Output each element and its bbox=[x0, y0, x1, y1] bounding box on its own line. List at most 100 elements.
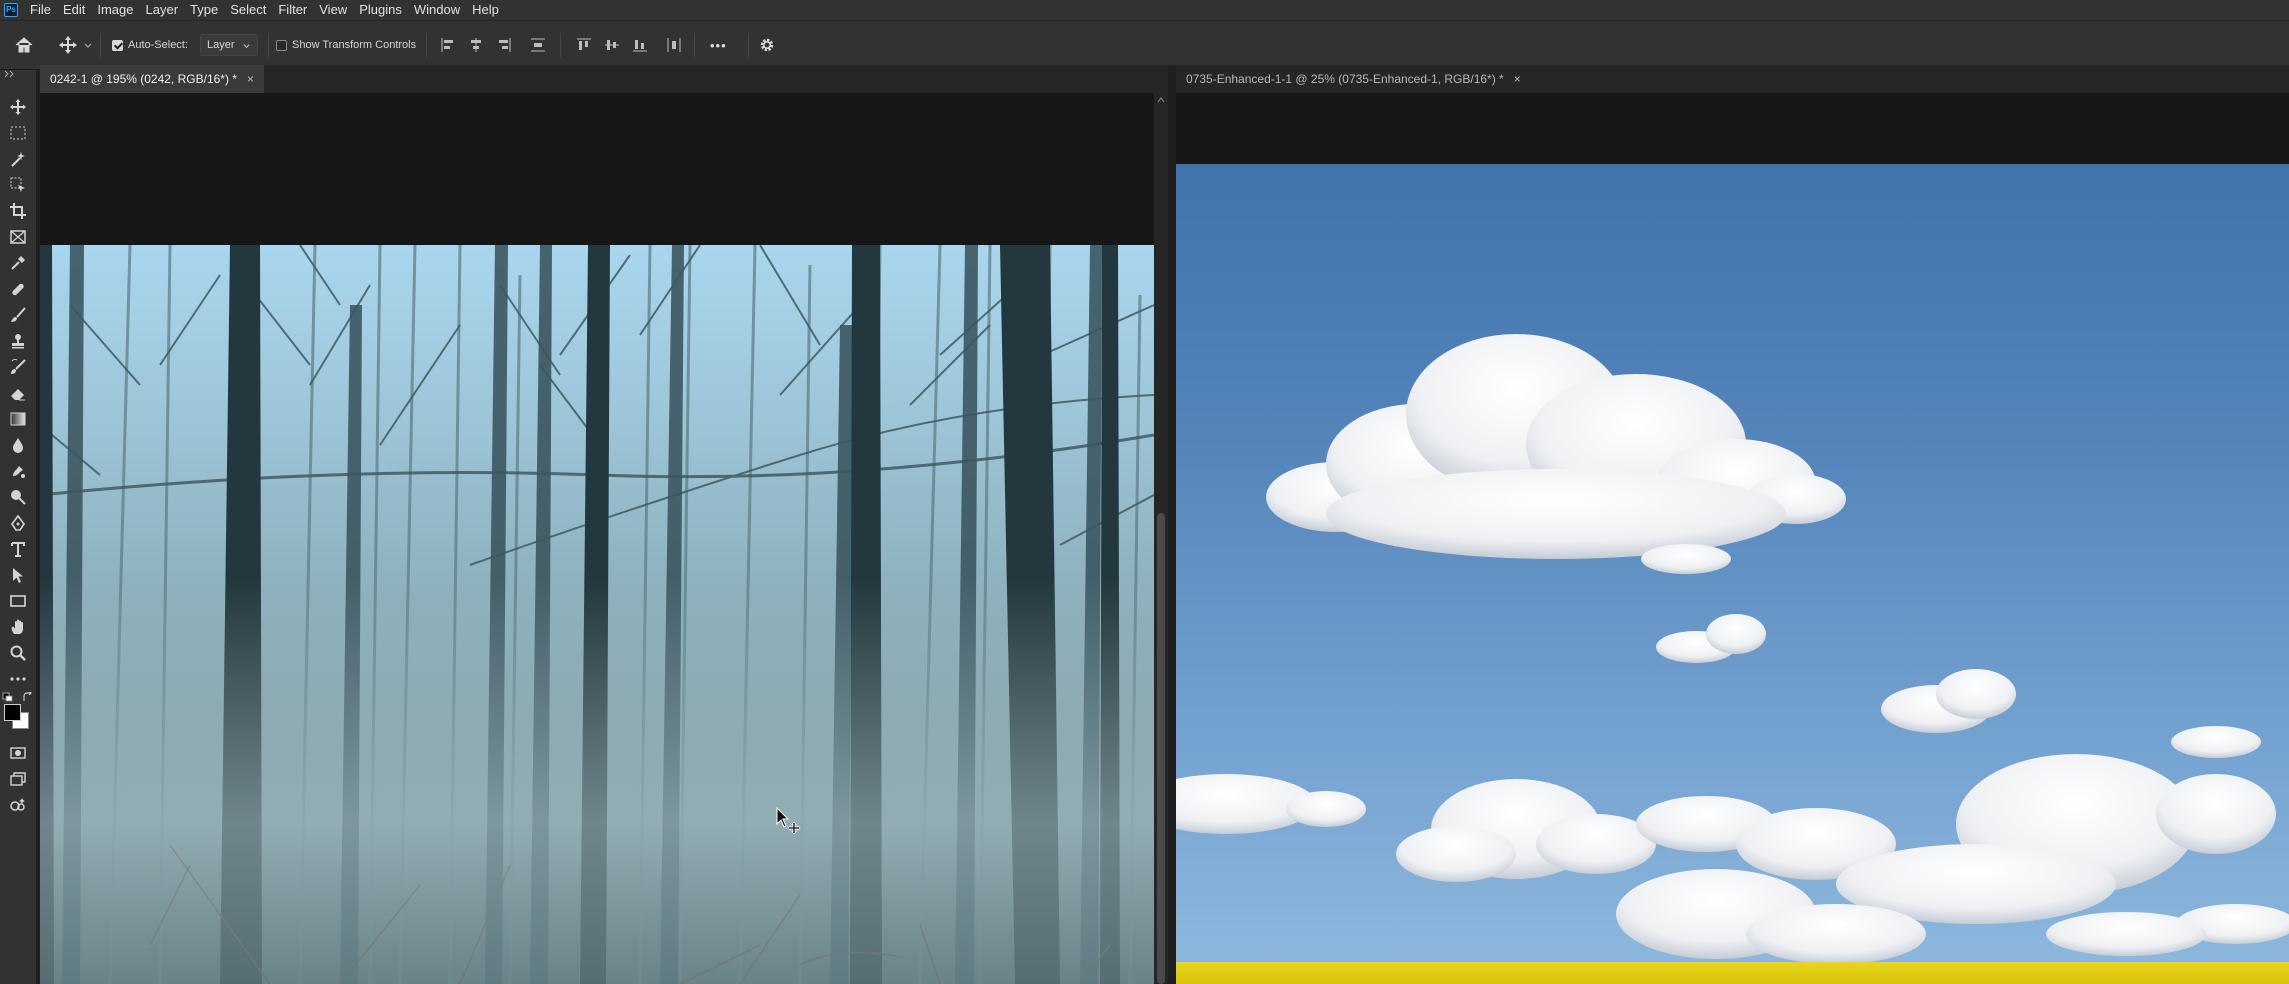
align-right-edges-icon[interactable] bbox=[496, 37, 512, 53]
fog-overlay bbox=[40, 577, 1154, 984]
divider bbox=[748, 33, 749, 57]
document-tab-title: 0242-1 @ 195% (0242, RGB/16*) * bbox=[50, 72, 237, 86]
scroll-up-icon[interactable] bbox=[1157, 97, 1165, 103]
swap-colors-icon[interactable] bbox=[22, 692, 34, 703]
smudge-icon bbox=[13, 466, 25, 478]
blur-tool[interactable] bbox=[7, 434, 29, 456]
document-splitter[interactable] bbox=[1168, 65, 1176, 984]
type-tool[interactable] bbox=[7, 538, 29, 560]
auto-select-checkbox[interactable]: Auto-Select: bbox=[112, 21, 188, 69]
photoshop-logo-icon: Ps bbox=[4, 3, 18, 17]
smudge-tool[interactable] bbox=[7, 486, 29, 508]
document-canvas-area[interactable] bbox=[1176, 93, 2289, 984]
document-canvas-area[interactable] bbox=[40, 93, 1154, 984]
clouds-illustration bbox=[1176, 334, 2289, 964]
object-selection-tool[interactable] bbox=[7, 174, 29, 196]
history-brush-tool[interactable] bbox=[7, 356, 29, 378]
align-vertical-centers-icon[interactable] bbox=[604, 37, 620, 53]
gradient-icon bbox=[10, 412, 26, 426]
align-horizontal-centers-icon[interactable] bbox=[468, 37, 484, 53]
document-tab-bar-right: 0735-Enhanced-1-1 @ 25% (0735-Enhanced-1… bbox=[1176, 65, 2289, 93]
magic-wand-icon bbox=[11, 152, 25, 167]
divider bbox=[426, 33, 427, 57]
tool-preset-picker[interactable] bbox=[58, 21, 93, 69]
quick-mask-button[interactable] bbox=[7, 742, 29, 764]
band-aid-icon bbox=[12, 283, 24, 296]
sky-photo bbox=[1176, 164, 2289, 984]
hand-tool[interactable] bbox=[7, 616, 29, 638]
menu-help[interactable]: Help bbox=[466, 0, 505, 20]
edit-toolbar-button[interactable] bbox=[7, 668, 29, 690]
dodge-tool[interactable] bbox=[7, 460, 29, 482]
document-tab[interactable]: 0735-Enhanced-1-1 @ 25% (0735-Enhanced-1… bbox=[1176, 65, 1531, 93]
foreground-color-swatch[interactable] bbox=[4, 704, 21, 721]
close-tab-icon[interactable]: × bbox=[247, 72, 254, 86]
path-selection-tool[interactable] bbox=[7, 564, 29, 586]
menu-edit[interactable]: Edit bbox=[57, 0, 91, 20]
drop-icon bbox=[13, 438, 23, 453]
eraser-tool[interactable] bbox=[7, 382, 29, 404]
ellipsis-icon bbox=[10, 677, 26, 681]
align-top-edges-icon[interactable] bbox=[576, 37, 592, 53]
zoom-tool[interactable] bbox=[7, 642, 29, 664]
home-icon bbox=[15, 37, 33, 53]
quick-mask-icon bbox=[10, 747, 26, 759]
magnifier-icon bbox=[10, 645, 26, 661]
pen-tool[interactable] bbox=[7, 512, 29, 534]
menu-bar: Ps File Edit Image Layer Type Select Fil… bbox=[0, 0, 2289, 20]
auto-select-target-dropdown[interactable]: Layer bbox=[200, 34, 258, 56]
clone-stamp-tool[interactable] bbox=[7, 330, 29, 352]
rectangular-marquee-icon bbox=[10, 126, 26, 140]
history-brush-icon bbox=[11, 359, 26, 374]
menu-window[interactable]: Window bbox=[408, 0, 466, 20]
menu-image[interactable]: Image bbox=[91, 0, 139, 20]
marquee-tool[interactable] bbox=[7, 122, 29, 144]
default-colors-icon[interactable] bbox=[2, 692, 15, 702]
generative-fill-button[interactable] bbox=[7, 794, 29, 816]
align-left-edges-icon[interactable] bbox=[440, 37, 456, 53]
menu-file[interactable]: File bbox=[24, 0, 57, 20]
spot-healing-tool[interactable] bbox=[7, 278, 29, 300]
move-tool[interactable] bbox=[7, 96, 29, 118]
align-bottom-edges-icon[interactable] bbox=[632, 37, 648, 53]
scrollbar-thumb[interactable] bbox=[1157, 513, 1165, 984]
eraser-icon bbox=[11, 389, 25, 401]
divider bbox=[100, 33, 101, 57]
home-button[interactable] bbox=[14, 21, 34, 69]
divider bbox=[560, 33, 561, 57]
menu-layer[interactable]: Layer bbox=[140, 0, 185, 20]
vertical-scrollbar[interactable] bbox=[1154, 93, 1168, 984]
rapeseed-field bbox=[1176, 962, 2289, 984]
move-icon bbox=[10, 99, 26, 115]
rectangle-icon bbox=[10, 595, 26, 607]
document-tab[interactable]: 0242-1 @ 195% (0242, RGB/16*) * × bbox=[40, 65, 264, 93]
more-options-button[interactable]: ••• bbox=[710, 21, 727, 69]
crop-tool[interactable] bbox=[7, 200, 29, 222]
menu-filter[interactable]: Filter bbox=[272, 0, 313, 20]
distribute-horizontal-icon[interactable] bbox=[666, 37, 682, 53]
frame-tool[interactable] bbox=[7, 226, 29, 248]
auto-select-target-value: Layer bbox=[207, 39, 235, 51]
distribute-vertical-icon[interactable] bbox=[530, 37, 546, 53]
show-transform-controls-checkbox[interactable]: Show Transform Controls bbox=[276, 21, 416, 69]
gradient-tool[interactable] bbox=[7, 408, 29, 430]
object-selection-icon bbox=[10, 177, 25, 192]
gear-icon[interactable] bbox=[758, 36, 776, 54]
hand-icon bbox=[11, 619, 23, 634]
screen-mode-button[interactable] bbox=[7, 768, 29, 790]
eyedropper-tool[interactable] bbox=[7, 252, 29, 274]
brush-tool[interactable] bbox=[7, 304, 29, 326]
checkbox-icon bbox=[112, 39, 123, 51]
menu-view[interactable]: View bbox=[313, 0, 353, 20]
document-tab-bar-left: 0242-1 @ 195% (0242, RGB/16*) * × bbox=[40, 65, 1168, 93]
menu-plugins[interactable]: Plugins bbox=[353, 0, 408, 20]
document-tab-title: 0735-Enhanced-1-1 @ 25% (0735-Enhanced-1… bbox=[1186, 72, 1504, 86]
show-transform-controls-label: Show Transform Controls bbox=[292, 39, 417, 51]
close-tab-icon[interactable]: × bbox=[1514, 72, 1521, 86]
collapse-panel-icon[interactable] bbox=[4, 70, 16, 78]
rectangle-tool[interactable] bbox=[7, 590, 29, 612]
lasso-tool[interactable] bbox=[7, 148, 29, 170]
divider bbox=[268, 33, 269, 57]
menu-select[interactable]: Select bbox=[224, 0, 272, 20]
menu-type[interactable]: Type bbox=[184, 0, 224, 20]
